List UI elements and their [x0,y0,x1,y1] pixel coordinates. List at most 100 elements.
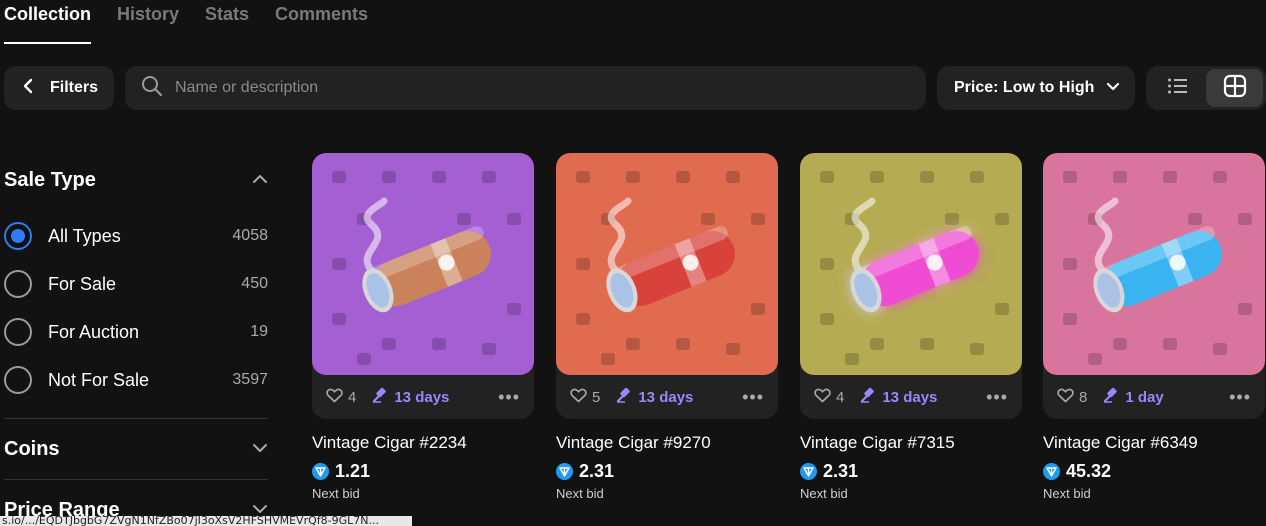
like-count: 8 [1079,388,1088,406]
grid-view-button[interactable] [1206,69,1263,107]
price-value: 1.21 [335,461,371,481]
radio-button[interactable] [4,270,32,298]
price-value: 2.31 [579,461,615,481]
card-meta: 8 1 day ••• [1043,375,1265,419]
heart-icon [1057,388,1074,407]
tab-bar: Collection History Stats Comments [4,0,368,44]
card-box: 8 1 day ••• [1043,153,1265,419]
price-caption: Next bid [312,486,360,501]
like-button[interactable]: 8 [1057,388,1087,407]
card-price: 1.21 [312,461,534,482]
grid-icon [1223,74,1247,103]
status-bar-url: s.io/.../EQDTJbgbG7ZVgN1NfZBo07jI3oXsV2H… [0,516,412,526]
card-meta: 4 13 days ••• [800,375,1022,419]
sale-type-option-for-sale[interactable]: For Sale 450 [4,260,268,308]
card-title[interactable]: Vintage Cigar #2234 [312,433,534,453]
tab-stats[interactable]: Stats [205,0,249,44]
gavel-icon [616,387,632,407]
like-count: 4 [348,388,357,406]
like-button[interactable]: 5 [570,388,600,407]
option-count: 19 [250,323,268,340]
option-label: All Types [48,225,121,246]
radio-button[interactable] [4,366,32,394]
auction-timer: 1 day [1103,387,1164,407]
list-icon [1167,77,1189,100]
filter-sidebar: Sale Type All Types 4058 For Sale 450 Fo… [4,160,268,526]
card-box: 5 13 days ••• [556,153,778,419]
search-input[interactable] [175,79,875,97]
heart-icon [814,388,831,407]
like-count: 5 [592,388,601,406]
like-count: 4 [836,388,845,406]
radio-button[interactable] [4,318,32,346]
card-title[interactable]: Vintage Cigar #6349 [1043,433,1265,453]
auction-time-left: 1 day [1125,388,1164,406]
option-count: 3597 [232,371,268,388]
card-title[interactable]: Vintage Cigar #7315 [800,433,1022,453]
price-value: 2.31 [823,461,859,481]
coins-header[interactable]: Coins [4,419,268,479]
nft-card[interactable]: 5 13 days ••• Vintage Cigar #9270 2.31 N… [556,153,778,501]
heart-icon [570,388,587,407]
filters-button[interactable]: Filters [4,66,114,110]
option-label: For Auction [48,321,140,342]
card-meta: 5 13 days ••• [556,375,778,419]
nft-card[interactable]: 8 1 day ••• Vintage Cigar #6349 45.32 Ne… [1043,153,1265,501]
sale-type-option-all[interactable]: All Types 4058 [4,212,268,260]
nft-image[interactable] [800,153,1022,375]
nft-image[interactable] [556,153,778,375]
ton-coin-icon [312,463,329,480]
heart-icon [326,388,343,407]
card-meta: 4 13 days ••• [312,375,534,419]
chevron-up-icon [252,171,268,189]
auction-timer: 13 days [616,387,693,407]
option-count: 4058 [232,227,268,244]
search-icon [141,75,163,102]
card-title[interactable]: Vintage Cigar #9270 [556,433,778,453]
gavel-icon [860,387,876,407]
like-button[interactable]: 4 [814,388,844,407]
nft-card[interactable]: 4 13 days ••• Vintage Cigar #7315 2.31 N… [800,153,1022,501]
radio-button[interactable] [4,222,32,250]
sort-dropdown[interactable]: Price: Low to High [937,66,1135,110]
tab-history[interactable]: History [117,0,179,44]
like-button[interactable]: 4 [326,388,356,407]
card-price: 2.31 [800,461,1022,482]
sale-type-option-not-for-sale[interactable]: Not For Sale 3597 [4,356,268,404]
ton-coin-icon [800,463,817,480]
tab-comments[interactable]: Comments [275,0,368,44]
list-view-button[interactable] [1149,69,1206,107]
option-count: 450 [241,275,268,292]
auction-time-left: 13 days [638,388,694,406]
sale-type-option-for-auction[interactable]: For Auction 19 [4,308,268,356]
filters-label: Filters [50,79,99,96]
auction-time-left: 13 days [394,388,450,406]
nft-card[interactable]: 4 13 days ••• Vintage Cigar #2234 1.21 N… [312,153,534,501]
ton-coin-icon [556,463,573,480]
chevron-left-icon [22,78,34,99]
card-box: 4 13 days ••• [800,153,1022,419]
card-box: 4 13 days ••• [312,153,534,419]
tab-collection[interactable]: Collection [4,0,92,44]
more-options-icon[interactable]: ••• [742,387,764,408]
price-caption: Next bid [800,486,848,501]
auction-timer: 13 days [372,387,449,407]
card-price: 45.32 [1043,461,1265,482]
more-options-icon[interactable]: ••• [986,387,1008,408]
price-caption: Next bid [556,486,604,501]
nft-image[interactable] [312,153,534,375]
search-bar [125,66,926,110]
nft-image[interactable] [1043,153,1265,375]
price-value: 45.32 [1066,461,1112,481]
ton-coin-icon [1043,463,1060,480]
auction-timer: 13 days [860,387,937,407]
option-label: For Sale [48,273,117,294]
chevron-down-icon [1106,79,1120,97]
sale-type-header[interactable]: Sale Type [4,160,268,200]
option-label: Not For Sale [48,369,150,390]
sale-type-title: Sale Type [4,168,96,191]
more-options-icon[interactable]: ••• [1229,387,1251,408]
more-options-icon[interactable]: ••• [498,387,520,408]
gavel-icon [1103,387,1119,407]
auction-time-left: 13 days [882,388,938,406]
